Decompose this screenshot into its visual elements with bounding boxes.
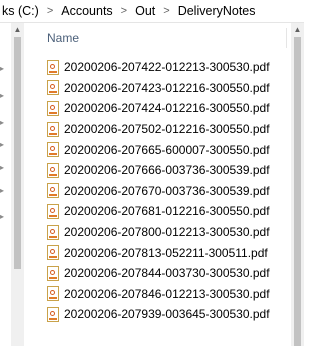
breadcrumb-separator[interactable]: > (41, 5, 59, 17)
column-header-name[interactable]: Name (47, 31, 79, 45)
file-name: 20200206-207846-012213-300530.pdf (64, 286, 270, 301)
breadcrumb-drive[interactable]: ks (C:) (0, 4, 41, 18)
breadcrumb-out[interactable]: Out (133, 4, 157, 18)
list-item[interactable]: 20200206-207666-003736-300539.pdf (47, 160, 287, 181)
file-name: 20200206-207424-012216-300550.pdf (64, 101, 270, 116)
file-name: 20200206-207670-003736-300539.pdf (64, 183, 270, 198)
file-list: 20200206-207422-012213-300530.pdf 202002… (47, 57, 287, 325)
navigation-pane[interactable]: ▸ ▸ ▸ ▸ ▸ ▸ ▸ (0, 23, 11, 346)
file-name: 20200206-207800-012213-300530.pdf (64, 225, 270, 240)
pdf-file-icon (47, 80, 59, 96)
list-item[interactable]: 20200206-207422-012213-300530.pdf (47, 57, 287, 78)
file-name: 20200206-207422-012213-300530.pdf (64, 60, 270, 75)
breadcrumb-deliverynotes[interactable]: DeliveryNotes (176, 4, 258, 18)
pdf-file-icon (47, 183, 59, 199)
pdf-file-icon (47, 306, 59, 322)
scrollbar-thumb[interactable] (294, 37, 301, 346)
file-list-scrollbar[interactable]: ▲ (291, 23, 304, 346)
file-name: 20200206-207423-012216-300550.pdf (64, 80, 270, 95)
file-name: 20200206-207665-600007-300550.pdf (64, 142, 270, 157)
breadcrumb-separator[interactable]: > (115, 5, 133, 17)
scrollbar-thumb[interactable] (14, 37, 21, 269)
chevron-right-icon[interactable]: ▸ (0, 92, 5, 100)
pdf-file-icon (47, 142, 59, 158)
chevron-right-icon[interactable]: ▸ (0, 65, 5, 73)
list-item[interactable]: 20200206-207502-012216-300550.pdf (47, 119, 287, 140)
column-divider[interactable] (286, 28, 287, 48)
chevron-right-icon[interactable]: ▸ (0, 141, 5, 149)
file-name: 20200206-207844-003730-300530.pdf (64, 266, 270, 281)
chevron-up-icon[interactable]: ▲ (291, 25, 304, 35)
list-item[interactable]: 20200206-207670-003736-300539.pdf (47, 181, 287, 202)
breadcrumb-separator[interactable]: > (157, 5, 175, 17)
pdf-file-icon (47, 224, 59, 240)
list-item[interactable]: 20200206-207813-052211-300511.pdf (47, 242, 287, 263)
pdf-file-icon (47, 121, 59, 137)
file-name: 20200206-207681-012216-300550.pdf (64, 204, 270, 219)
list-item[interactable]: 20200206-207665-600007-300550.pdf (47, 139, 287, 160)
pdf-file-icon (47, 245, 59, 261)
pdf-file-icon (47, 100, 59, 116)
pdf-file-icon (47, 265, 59, 281)
file-name: 20200206-207502-012216-300550.pdf (64, 122, 270, 137)
chevron-right-icon[interactable]: ▸ (0, 119, 5, 127)
list-item[interactable]: 20200206-207844-003730-300530.pdf (47, 263, 287, 284)
chevron-right-icon[interactable]: ▸ (0, 164, 5, 172)
pdf-file-icon (47, 203, 59, 219)
list-item[interactable]: 20200206-207681-012216-300550.pdf (47, 201, 287, 222)
navigation-scrollbar[interactable]: ▲ (11, 23, 24, 346)
pdf-file-icon (47, 59, 59, 75)
address-bar[interactable]: ks (C:) > Accounts > Out > DeliveryNotes (0, 0, 304, 23)
chevron-right-icon[interactable]: ▸ (0, 213, 5, 221)
list-item[interactable]: 20200206-207423-012216-300550.pdf (47, 78, 287, 99)
list-item[interactable]: 20200206-207846-012213-300530.pdf (47, 284, 287, 305)
chevron-up-icon[interactable]: ▲ (11, 25, 24, 35)
file-name: 20200206-207939-003645-300530.pdf (64, 307, 270, 322)
list-item[interactable]: 20200206-207424-012216-300550.pdf (47, 98, 287, 119)
file-name: 20200206-207666-003736-300539.pdf (64, 163, 270, 178)
list-item[interactable]: 20200206-207939-003645-300530.pdf (47, 304, 287, 325)
list-item[interactable]: 20200206-207800-012213-300530.pdf (47, 222, 287, 243)
file-name: 20200206-207813-052211-300511.pdf (64, 245, 268, 260)
pdf-file-icon (47, 162, 59, 178)
breadcrumb-accounts[interactable]: Accounts (59, 4, 114, 18)
chevron-right-icon[interactable]: ▸ (0, 187, 5, 195)
pdf-file-icon (47, 286, 59, 302)
